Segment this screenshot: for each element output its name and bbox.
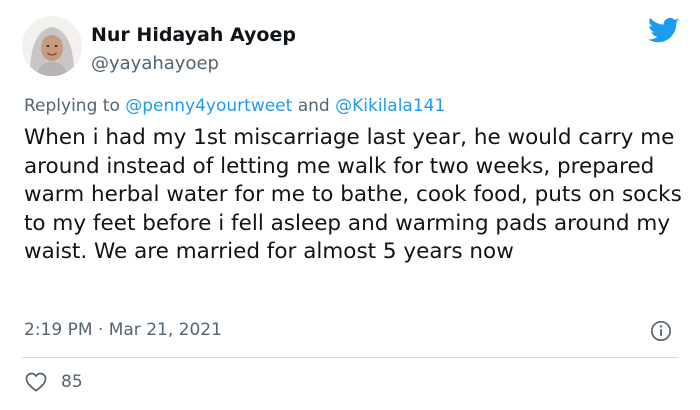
user-handle[interactable]: @yayahayoep	[91, 53, 219, 74]
like-count: 85	[61, 372, 83, 392]
twitter-bird-icon[interactable]	[648, 17, 680, 45]
avatar-image	[22, 16, 82, 76]
tweet-timestamp[interactable]: 2:19 PM · Mar 21, 2021	[24, 320, 222, 340]
tweet-text: When i had my 1st miscarriage last year,…	[24, 125, 682, 264]
like-action[interactable]: 85	[25, 372, 83, 392]
mention-link[interactable]: @Kikilala141	[335, 96, 445, 116]
display-name[interactable]: Nur Hidayah Ayoep	[91, 24, 296, 46]
tweet-card: Nur Hidayah Ayoep @yayahayoep Replying t…	[0, 0, 700, 410]
info-icon[interactable]	[650, 320, 672, 342]
replying-connector: and	[292, 96, 336, 116]
heart-icon[interactable]	[25, 372, 47, 392]
replying-prefix: Replying to	[24, 96, 126, 116]
avatar[interactable]	[22, 16, 82, 76]
replying-to: Replying to @penny4yourtweet and @Kikila…	[24, 96, 445, 116]
mention-link[interactable]: @penny4yourtweet	[125, 96, 292, 116]
divider	[22, 357, 678, 358]
